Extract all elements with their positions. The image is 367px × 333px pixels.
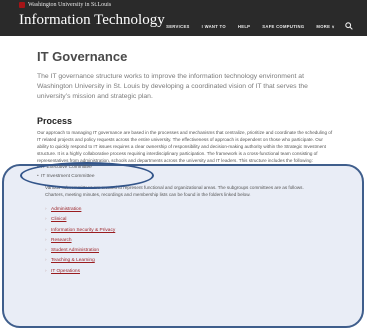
chevron-right-icon: › xyxy=(45,227,47,233)
site-header: Washington University in St.Louis Inform… xyxy=(0,0,367,36)
page-title: IT Governance xyxy=(37,49,128,64)
link-research[interactable]: › Research xyxy=(45,236,115,246)
process-paragraph: Our approach to managing IT governance a… xyxy=(37,130,333,163)
link-teaching-learning[interactable]: › Teaching & Learning xyxy=(45,256,115,266)
link-label: Student Administration xyxy=(51,248,99,254)
link-information-security-privacy[interactable]: › Information Security & Privacy xyxy=(45,226,116,236)
nav-help[interactable]: HELP xyxy=(238,24,250,29)
university-logo[interactable]: Washington University in St.Louis xyxy=(19,1,111,8)
link-label: Clinical xyxy=(51,217,67,223)
site-title[interactable]: Information Technology xyxy=(19,12,165,29)
link-student-administration[interactable]: › Student Administration xyxy=(45,246,115,256)
link-label: Research xyxy=(51,237,72,243)
nav-more[interactable]: MORE ∨ xyxy=(316,24,335,29)
chevron-right-icon: › xyxy=(45,237,47,243)
university-shield-icon xyxy=(19,1,25,8)
link-label: Information Security & Privacy xyxy=(51,227,116,233)
intro-paragraph: The IT governance structure works to imp… xyxy=(37,73,308,100)
subcommittee-links: › Administration › Clinical › Information S… xyxy=(45,205,116,277)
chevron-right-icon: › xyxy=(45,207,47,212)
annotation-oval xyxy=(20,162,154,189)
search-icon[interactable] xyxy=(345,22,353,30)
link-administration[interactable]: › Administration xyxy=(45,205,115,215)
nav-i-want-to[interactable]: I WANT TO xyxy=(202,24,226,29)
section-heading: Process xyxy=(37,116,73,126)
main-nav: SERVICES I WANT TO HELP SAFE COMPUTING M… xyxy=(154,22,353,30)
link-clinical[interactable]: › Clinical xyxy=(45,215,115,225)
link-label: Teaching & Learning xyxy=(51,258,95,264)
nav-safe-computing[interactable]: SAFE COMPUTING xyxy=(262,24,304,29)
link-label: Administration xyxy=(51,207,82,212)
university-name: Washington University in St.Louis xyxy=(28,1,112,8)
link-it-operations[interactable]: › IT Operations xyxy=(45,267,115,277)
chevron-right-icon: › xyxy=(45,268,47,274)
chevron-right-icon: › xyxy=(45,217,47,223)
nav-services[interactable]: SERVICES xyxy=(166,24,190,29)
link-label: IT Operations xyxy=(51,268,80,274)
chevron-right-icon: › xyxy=(45,248,47,254)
chevron-right-icon: › xyxy=(45,258,47,264)
